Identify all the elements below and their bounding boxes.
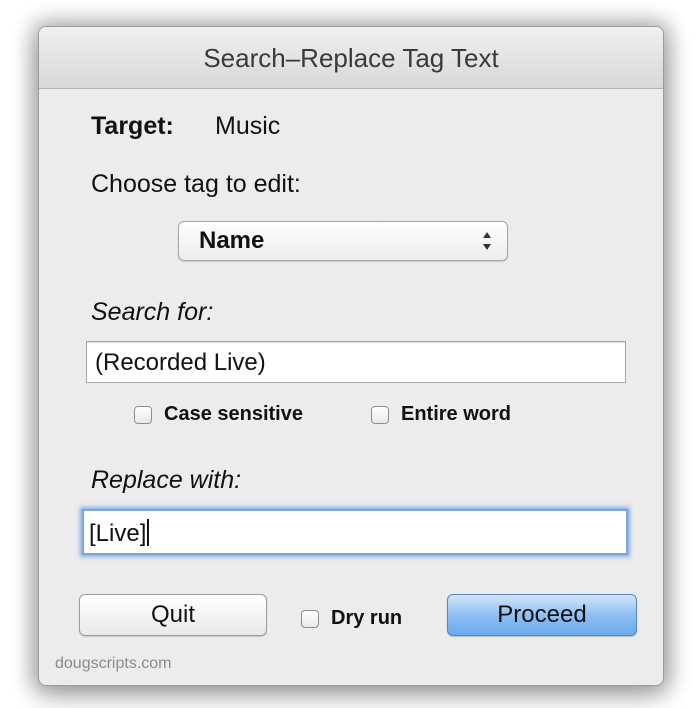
replace-input[interactable]: [Live]	[82, 509, 628, 555]
choose-tag-label: Choose tag to edit:	[91, 170, 301, 198]
case-sensitive-label: Case sensitive	[164, 403, 303, 425]
proceed-button[interactable]: Proceed	[447, 594, 637, 636]
case-sensitive-option[interactable]: Case sensitive	[134, 403, 303, 426]
text-caret	[147, 519, 150, 546]
replace-input-text: [Live]	[89, 520, 147, 547]
tag-select[interactable]: Name	[178, 221, 508, 261]
entire-word-checkbox[interactable]	[371, 405, 389, 424]
entire-word-option[interactable]: Entire word	[371, 403, 511, 426]
target-value: Music	[215, 112, 281, 140]
replace-with-label: Replace with:	[91, 466, 242, 494]
window-title: Search–Replace Tag Text	[203, 43, 499, 73]
search-input[interactable]: (Recorded Live)	[86, 341, 626, 383]
replace-input-value: [Live]	[89, 519, 150, 548]
title-bar[interactable]: Search–Replace Tag Text	[39, 27, 663, 89]
dry-run-checkbox[interactable]	[301, 609, 319, 628]
footer-credit: dougscripts.com	[55, 655, 172, 672]
search-input-value: (Recorded Live)	[95, 349, 266, 376]
target-label: Target:	[91, 112, 174, 140]
dry-run-label: Dry run	[331, 607, 403, 629]
search-for-label: Search for:	[91, 298, 214, 326]
entire-word-label: Entire word	[401, 403, 512, 425]
up-down-arrows-icon	[483, 232, 491, 250]
case-sensitive-checkbox[interactable]	[134, 405, 152, 424]
quit-button[interactable]: Quit	[79, 594, 267, 636]
dry-run-option[interactable]: Dry run	[301, 607, 402, 630]
tag-select-value: Name	[199, 227, 265, 254]
dialog-window: Search–Replace Tag Text Target: Music Ch…	[38, 26, 664, 686]
